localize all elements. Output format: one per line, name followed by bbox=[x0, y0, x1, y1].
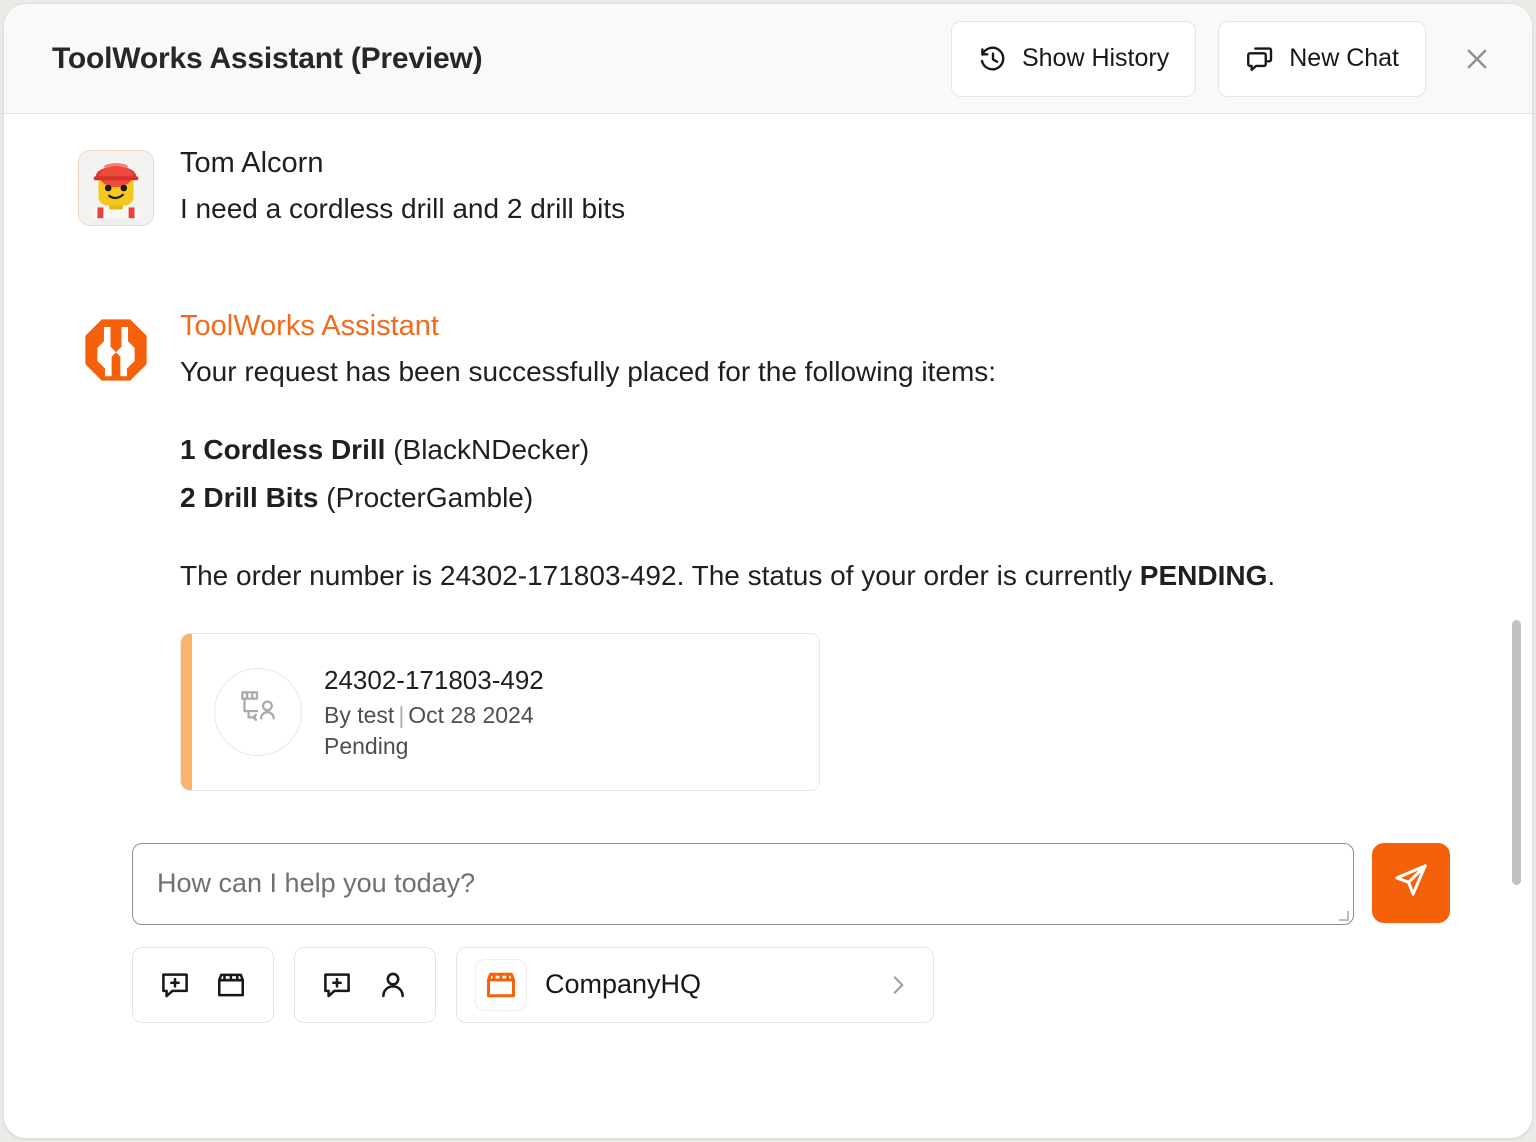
item-qty-name: 2 Drill Bits bbox=[180, 482, 318, 513]
company-context-chip[interactable]: CompanyHQ bbox=[456, 947, 934, 1023]
store-icon bbox=[215, 969, 247, 1001]
item-qty-name: 1 Cordless Drill bbox=[180, 434, 385, 465]
user-message-text: I need a cordless drill and 2 drill bits bbox=[180, 189, 1484, 229]
item-vendor: (BlackNDecker) bbox=[393, 434, 589, 465]
chat-body: Tom Alcorn I need a cordless drill and 2… bbox=[4, 114, 1532, 1138]
new-chat-label: New Chat bbox=[1289, 44, 1399, 73]
new-chat-button[interactable]: New Chat bbox=[1218, 21, 1426, 97]
status-badge: Pending bbox=[324, 731, 544, 761]
item-vendor: (ProcterGamble) bbox=[326, 482, 533, 513]
message-assistant: ToolWorks Assistant Your request has bee… bbox=[52, 307, 1484, 791]
order-card-date: Oct 28 2024 bbox=[408, 702, 533, 728]
scrollbar-track[interactable] bbox=[1509, 114, 1523, 1138]
new-chat-bubble-icon bbox=[1245, 44, 1275, 74]
order-sentence-middle: . The status of your order is currently bbox=[677, 560, 1140, 591]
list-item: 1 Cordless Drill (BlackNDecker) bbox=[180, 426, 1484, 474]
show-history-button[interactable]: Show History bbox=[951, 21, 1196, 97]
company-context-label: CompanyHQ bbox=[545, 969, 867, 1000]
close-icon bbox=[1462, 44, 1492, 74]
chevron-right-icon bbox=[885, 972, 911, 998]
window-header: ToolWorks Assistant (Preview) Show Histo… bbox=[4, 4, 1532, 114]
message-input-wrapper[interactable] bbox=[132, 843, 1354, 925]
order-number-inline: 24302-171803-492 bbox=[440, 560, 677, 591]
order-sentence-prefix: The order number is bbox=[180, 560, 440, 591]
close-button[interactable] bbox=[1446, 28, 1508, 90]
page-title: ToolWorks Assistant (Preview) bbox=[52, 42, 929, 76]
textarea-resize-handle[interactable] bbox=[1339, 911, 1349, 921]
chat-plus-icon bbox=[321, 969, 353, 1001]
message-input[interactable] bbox=[155, 867, 1331, 900]
message-user: Tom Alcorn I need a cordless drill and 2… bbox=[52, 144, 1484, 229]
assistant-window: ToolWorks Assistant (Preview) Show Histo… bbox=[4, 4, 1532, 1138]
assistant-intro-text: Your request has been successfully place… bbox=[180, 352, 1484, 392]
history-clock-icon bbox=[978, 44, 1008, 74]
send-button[interactable] bbox=[1372, 843, 1450, 923]
order-sentence-suffix: . bbox=[1267, 560, 1275, 591]
chat-plus-icon bbox=[159, 969, 191, 1001]
order-card-subtitle: By test|Oct 28 2024 bbox=[324, 700, 544, 730]
order-card-author: By test bbox=[324, 702, 394, 728]
assistant-sender-name: ToolWorks Assistant bbox=[180, 307, 1484, 346]
order-icon-circle bbox=[214, 668, 302, 756]
toolworks-wrench-logo bbox=[78, 315, 154, 391]
add-person-context-button[interactable] bbox=[294, 947, 436, 1023]
chat-scroll-area: Tom Alcorn I need a cordless drill and 2… bbox=[52, 114, 1484, 1023]
order-card-accent-bar bbox=[181, 634, 192, 790]
user-sender-name: Tom Alcorn bbox=[180, 144, 1484, 183]
lego-construction-worker-avatar bbox=[78, 150, 154, 226]
show-history-label: Show History bbox=[1022, 44, 1169, 73]
send-paper-plane-icon bbox=[1391, 860, 1431, 905]
assistant-order-sentence: The order number is 24302-171803-492. Th… bbox=[180, 556, 1484, 597]
store-to-person-order-icon bbox=[233, 684, 283, 739]
storefront-icon bbox=[475, 959, 527, 1011]
list-item: 2 Drill Bits (ProcterGamble) bbox=[180, 474, 1484, 522]
person-icon bbox=[377, 969, 409, 1001]
scrollbar-thumb[interactable] bbox=[1512, 620, 1521, 885]
assistant-item-list: 1 Cordless Drill (BlackNDecker) 2 Drill … bbox=[180, 426, 1484, 522]
composer-row bbox=[52, 843, 1484, 925]
order-card[interactable]: 24302-171803-492 By test|Oct 28 2024 Pen… bbox=[180, 633, 820, 791]
add-store-context-button[interactable] bbox=[132, 947, 274, 1023]
order-card-separator: | bbox=[394, 702, 408, 728]
order-card-id: 24302-171803-492 bbox=[324, 662, 544, 700]
order-status-bold: PENDING bbox=[1140, 560, 1268, 591]
bottom-toolbar: CompanyHQ bbox=[52, 947, 1484, 1023]
